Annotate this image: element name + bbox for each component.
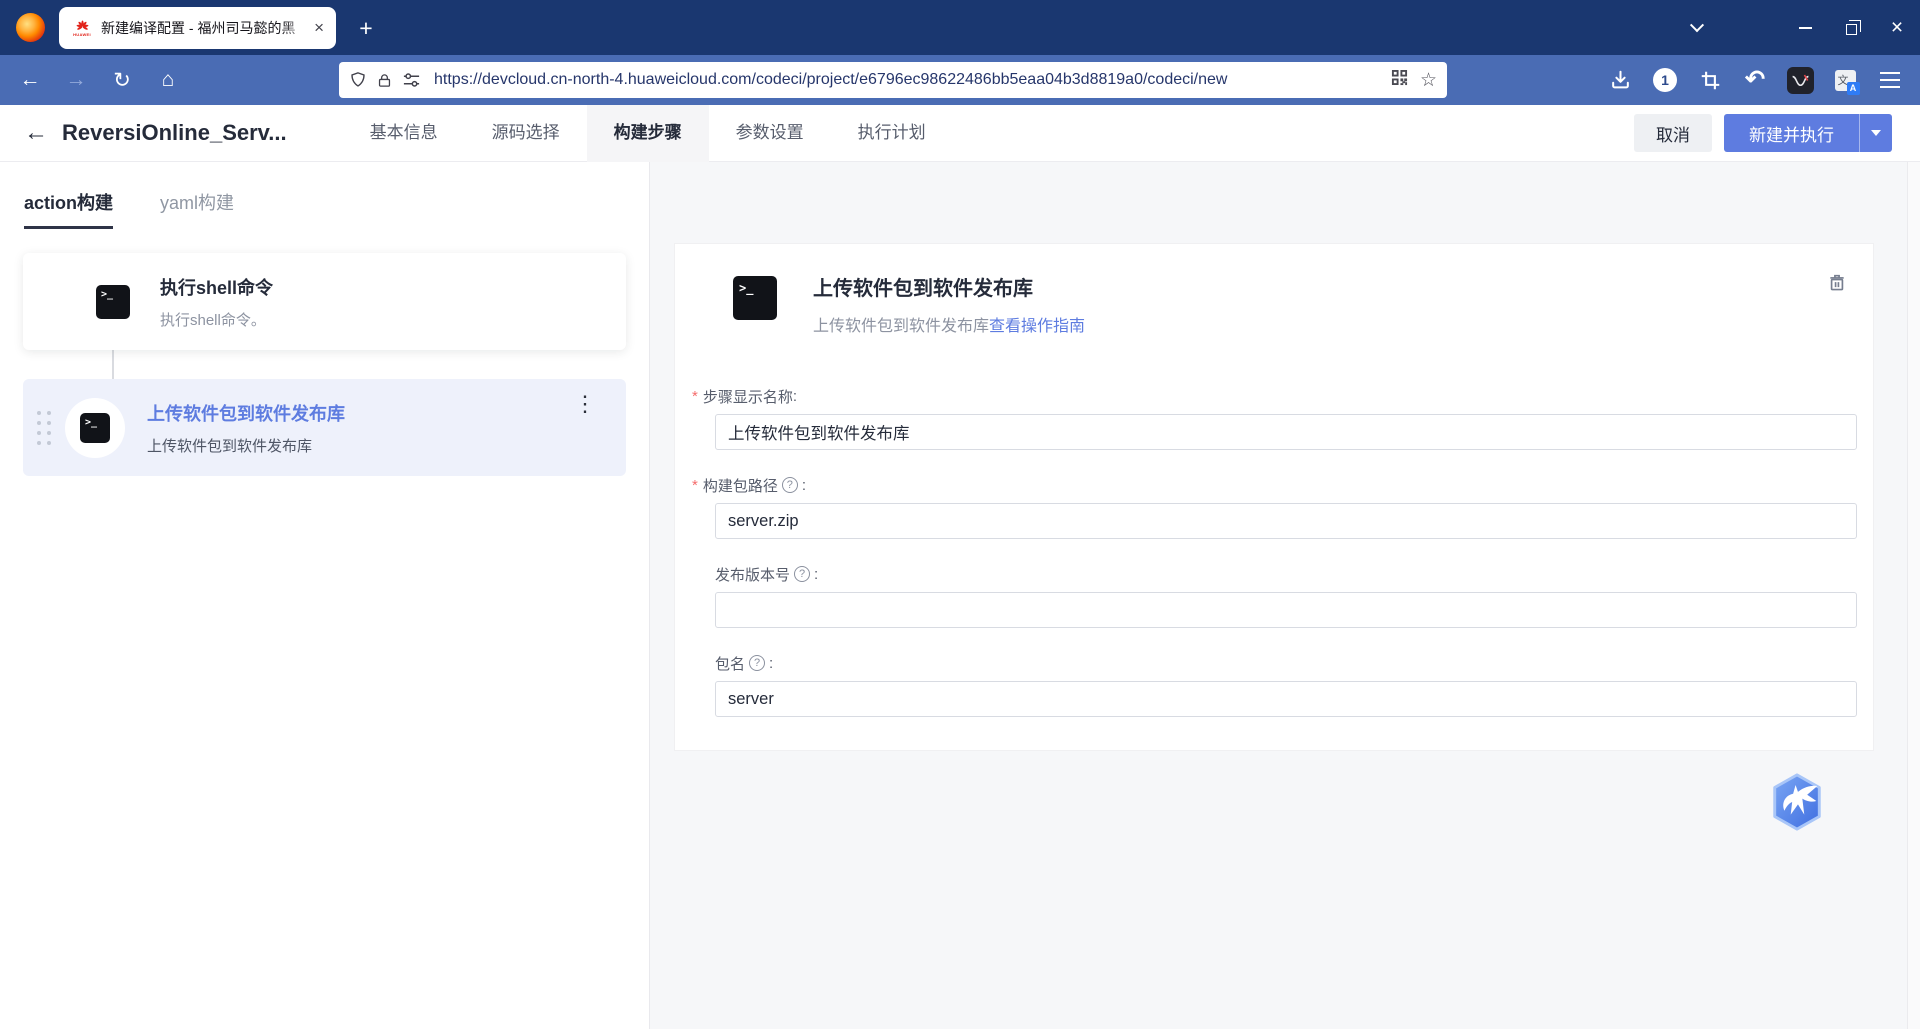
tab-source-select[interactable]: 源码选择	[465, 105, 587, 162]
step-title: 上传软件包到软件发布库	[147, 400, 345, 426]
qr-code-icon[interactable]	[1391, 69, 1408, 91]
subtab-yaml-build[interactable]: yaml构建	[160, 189, 234, 229]
back-button[interactable]: ←	[14, 64, 46, 96]
firefox-logo-icon[interactable]	[16, 13, 45, 42]
kebab-menu-icon[interactable]: ⋮	[574, 393, 596, 415]
field-label: 发布版本号 ? :	[715, 564, 1873, 584]
step-icon-circle: >_	[65, 398, 125, 458]
create-and-run-dropdown[interactable]	[1859, 114, 1892, 152]
close-window-button[interactable]: ×	[1874, 8, 1920, 48]
window-controls: ×	[1674, 0, 1920, 55]
huawei-brand-text: HUAWEI	[73, 33, 91, 37]
tab-parameters[interactable]: 参数设置	[709, 105, 831, 162]
help-icon[interactable]: ?	[749, 655, 765, 671]
package-name-input[interactable]	[715, 681, 1857, 717]
page-title: ReversiOnline_Serv...	[62, 120, 287, 146]
downloads-icon[interactable]	[1606, 66, 1634, 94]
release-version-input[interactable]	[715, 592, 1857, 628]
shield-icon[interactable]	[349, 70, 367, 90]
delete-step-trash-icon[interactable]	[1825, 270, 1849, 294]
terminal-icon: >_	[733, 276, 777, 320]
new-tab-button[interactable]: +	[349, 11, 383, 45]
field-label: 包名 ? :	[715, 653, 1873, 673]
tab-basic-info[interactable]: 基本信息	[343, 105, 465, 162]
page-header: ← ReversiOnline_Serv... 基本信息 源码选择 构建步骤 参…	[0, 105, 1920, 162]
browser-window: HUAWEI 新建编译配置 - 福州司马懿的黑 × + × ← → ↻ ⌂	[0, 0, 1920, 1030]
browser-toolbar: ← → ↻ ⌂ https:/	[0, 55, 1920, 105]
terminal-icon: >_	[80, 413, 110, 443]
page-back-arrow[interactable]: ←	[24, 119, 54, 147]
subtab-action-build[interactable]: action构建	[24, 189, 113, 229]
field-label: * 构建包路径 ? :	[692, 475, 1873, 495]
field-release-version: 发布版本号 ? :	[675, 564, 1873, 628]
step-title: 执行shell命令	[160, 274, 273, 300]
step-card-upload-release[interactable]: >_ 上传软件包到软件发布库 上传软件包到软件发布库 ⋮	[23, 379, 626, 476]
tab-schedule[interactable]: 执行计划	[831, 105, 953, 162]
package-path-input[interactable]	[715, 503, 1857, 539]
field-package-path: * 构建包路径 ? :	[675, 475, 1873, 539]
create-and-run-button[interactable]: 新建并执行	[1724, 114, 1859, 152]
restore-button[interactable]	[1828, 8, 1874, 48]
field-package-name: 包名 ? :	[675, 653, 1873, 717]
field-step-name: * 步骤显示名称:	[675, 386, 1873, 450]
build-mode-subtabs: action构建 yaml构建	[0, 162, 649, 229]
panel-description: 上传软件包到软件发布库	[813, 318, 989, 335]
caret-down-icon	[1871, 130, 1881, 136]
required-asterisk: *	[692, 477, 698, 494]
tab-list-chevron-icon[interactable]	[1674, 8, 1720, 48]
tab-build-steps[interactable]: 构建步骤	[587, 105, 709, 162]
terminal-icon: >_	[96, 285, 130, 319]
bookmark-star-icon[interactable]: ☆	[1420, 71, 1437, 90]
step-desc: 上传软件包到软件发布库	[147, 435, 345, 456]
minimize-button[interactable]	[1782, 8, 1828, 48]
screenshot-crop-icon[interactable]	[1696, 66, 1724, 94]
browser-tab[interactable]: HUAWEI 新建编译配置 - 福州司马懿的黑 ×	[59, 7, 336, 49]
step-desc: 执行shell命令。	[160, 309, 273, 330]
panel-header: >_ 上传软件包到软件发布库 上传软件包到软件发布库查看操作指南	[733, 276, 1873, 338]
url-bar[interactable]: https://devcloud.cn-north-4.huaweicloud.…	[339, 62, 1447, 98]
create-and-run-group: 新建并执行	[1724, 114, 1892, 152]
tab-title: 新建编译配置 - 福州司马懿的黑	[101, 18, 312, 38]
devcloud-page: ← ReversiOnline_Serv... 基本信息 源码选择 构建步骤 参…	[0, 105, 1920, 1030]
helper-bird-badge-icon[interactable]	[1766, 771, 1828, 833]
home-button[interactable]: ⌂	[152, 64, 184, 96]
extension-onetab-icon[interactable]: 1	[1651, 66, 1679, 94]
step-config-form: * 步骤显示名称: * 构建包路径 ? :	[675, 386, 1873, 717]
url-text[interactable]: https://devcloud.cn-north-4.huaweicloud.…	[434, 71, 1383, 89]
cancel-button[interactable]: 取消	[1634, 114, 1712, 152]
lock-icon[interactable]	[376, 71, 393, 90]
help-icon[interactable]: ?	[782, 477, 798, 493]
extension-chart-icon[interactable]	[1786, 66, 1814, 94]
step-list: >_ 执行shell命令 执行shell命令。 >_	[0, 229, 649, 476]
step-card-shell[interactable]: >_ 执行shell命令 执行shell命令。	[23, 253, 626, 350]
step-config-panel: >_ 上传软件包到软件发布库 上传软件包到软件发布库查看操作指南	[674, 243, 1874, 751]
permissions-sliders-icon[interactable]	[402, 72, 421, 88]
step-connector-line	[112, 350, 114, 379]
browser-titlebar: HUAWEI 新建编译配置 - 福州司马懿的黑 × + ×	[0, 0, 1920, 55]
translate-extension-icon[interactable]: 文 A	[1831, 66, 1859, 94]
forward-button: →	[60, 64, 92, 96]
header-tabs: 基本信息 源码选择 构建步骤 参数设置 执行计划	[343, 105, 953, 162]
drag-handle-icon[interactable]	[37, 411, 51, 445]
help-icon[interactable]: ?	[794, 566, 810, 582]
refresh-button[interactable]: ↻	[106, 64, 138, 96]
field-label: * 步骤显示名称:	[692, 386, 1873, 406]
view-guide-link[interactable]: 查看操作指南	[989, 318, 1085, 335]
step-config-pane: >_ 上传软件包到软件发布库 上传软件包到软件发布库查看操作指南	[650, 162, 1920, 1029]
undo-arrow-icon[interactable]: ↶	[1741, 66, 1769, 94]
build-steps-pane: action构建 yaml构建 >_ 执行shell命令 执行shell命令。	[0, 162, 650, 1029]
tab-close-icon[interactable]: ×	[312, 18, 326, 38]
step-name-input[interactable]	[715, 414, 1857, 450]
required-asterisk: *	[692, 388, 698, 405]
huawei-favicon-icon: HUAWEI	[72, 18, 92, 38]
panel-title: 上传软件包到软件发布库	[813, 276, 1085, 302]
scrollbar[interactable]	[1907, 162, 1920, 1029]
menu-hamburger-icon[interactable]	[1876, 66, 1904, 94]
